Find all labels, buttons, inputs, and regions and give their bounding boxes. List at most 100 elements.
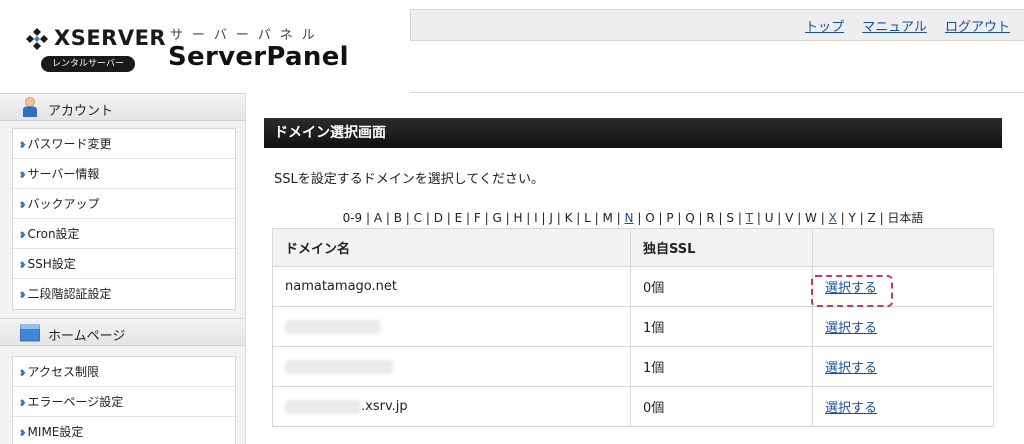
- alpha-separator: |: [501, 211, 514, 225]
- brand-pill: レンタルサーバー: [41, 56, 135, 72]
- alpha-separator: |: [537, 211, 550, 225]
- alpha-index-S: S: [726, 211, 734, 225]
- arrow-icon: ❥: [19, 399, 27, 409]
- ssl-cell: 1個: [630, 306, 813, 347]
- sidebar-item-error-page[interactable]: ❥エラーページ設定: [13, 387, 235, 417]
- select-button[interactable]: 選択する: [825, 361, 877, 376]
- domain-cell: [272, 346, 631, 387]
- alpha-index-R: R: [706, 211, 715, 225]
- sidebar-item-access[interactable]: ❥アクセス制限: [13, 357, 235, 387]
- arrow-icon: ❥: [19, 171, 27, 181]
- sidebar-item-mime[interactable]: ❥MIME設定: [13, 417, 235, 444]
- alpha-index-O: O: [645, 211, 655, 225]
- sidebar-item-server-info[interactable]: ❥サーバー情報: [13, 159, 235, 189]
- redacted-domain: [285, 319, 381, 334]
- sidebar-item-password[interactable]: ❥パスワード変更: [13, 129, 235, 159]
- top-link-top[interactable]: トップ: [805, 20, 844, 35]
- sidebar-heading: アカウント: [48, 104, 114, 119]
- arrow-icon: ❥: [19, 429, 27, 439]
- sidebar-section-homepage: ホームページ: [0, 318, 245, 346]
- arrow-icon: ❥: [19, 369, 27, 379]
- main-content: ドメイン選択画面 SSLを設定するドメインを選択してください。 0-9 | A …: [264, 118, 1002, 427]
- table-row: namatamago.net 0個 選択する: [272, 266, 994, 307]
- alpha-separator: |: [734, 211, 746, 225]
- alpha-separator: |: [442, 211, 455, 225]
- select-button[interactable]: 選択する: [825, 321, 877, 336]
- brand-name: XSERVER: [54, 26, 167, 50]
- alpha-index-T[interactable]: T: [746, 211, 753, 225]
- domain-cell: namatamago.net: [272, 266, 631, 307]
- sidebar-item-label: SSH設定: [27, 257, 76, 271]
- alpha-index-Y: Y: [848, 211, 856, 225]
- alpha-separator: |: [462, 211, 474, 225]
- sidebar-item-label: 二段階認証設定: [27, 287, 112, 301]
- col-domain: ドメイン名: [272, 228, 631, 267]
- alpha-separator: |: [753, 211, 765, 225]
- col-action: [812, 228, 994, 267]
- sidebar-section-account: アカウント: [0, 93, 245, 121]
- alpha-separator: |: [875, 211, 888, 225]
- alpha-index-P: P: [666, 211, 674, 225]
- table-header-row: ドメイン名 独自SSL: [272, 228, 994, 267]
- alpha-separator: |: [401, 211, 414, 225]
- top-link-manual[interactable]: マニュアル: [862, 20, 927, 35]
- alpha-separator: |: [422, 211, 434, 225]
- alpha-separator: |: [382, 211, 394, 225]
- action-cell: 選択する: [812, 386, 994, 427]
- alpha-separator: |: [694, 211, 707, 225]
- alpha-separator: |: [552, 211, 565, 225]
- action-cell: 選択する: [812, 346, 994, 387]
- sidebar-item-label: MIME設定: [27, 425, 84, 439]
- header: XSERVER レンタルサーバー サーバーパネル ServerPanel トップ…: [0, 0, 1024, 93]
- table-row: .xsrv.jp 0個 選択する: [272, 386, 994, 427]
- ssl-cell: 1個: [630, 346, 813, 387]
- xserver-logo-icon: [26, 28, 48, 50]
- alpha-separator: |: [480, 211, 493, 225]
- table-row: 1個 選択する: [272, 346, 994, 387]
- page-title: ドメイン選択画面: [264, 118, 1002, 148]
- sidebar-item-label: アクセス制限: [27, 365, 99, 379]
- alpha-index-Q: Q: [685, 211, 695, 225]
- alpha-index-0-9: 0-9: [342, 211, 363, 225]
- alpha-index-D: D: [433, 211, 443, 225]
- alpha-index-日本語: 日本語: [887, 211, 924, 225]
- sidebar-item-label: エラーページ設定: [27, 395, 124, 409]
- instruction-text: SSLを設定するドメインを選択してください。: [274, 172, 544, 187]
- alpha-index-L: L: [584, 211, 591, 225]
- sidebar-item-label: バックアップ: [27, 197, 100, 211]
- sidebar-item-label: サーバー情報: [27, 167, 100, 181]
- sidebar-item-cron[interactable]: ❥Cron設定: [13, 219, 235, 249]
- alpha-separator: |: [793, 211, 806, 225]
- alpha-index-F: F: [473, 211, 481, 225]
- sidebar-item-backup[interactable]: ❥バックアップ: [13, 189, 235, 219]
- sidebar-item-2fa[interactable]: ❥二段階認証設定: [13, 279, 235, 309]
- sidebar-list-account: ❥パスワード変更 ❥サーバー情報 ❥バックアップ ❥Cron設定 ❥SSH設定 …: [12, 128, 236, 310]
- sidebar-heading: ホームページ: [48, 329, 126, 344]
- sidebar-item-ssh[interactable]: ❥SSH設定: [13, 249, 235, 279]
- sidebar-list-homepage: ❥アクセス制限 ❥エラーページ設定 ❥MIME設定: [12, 356, 236, 444]
- alpha-separator: |: [773, 211, 786, 225]
- arrow-icon: ❥: [19, 201, 27, 211]
- alpha-index-W: W: [805, 211, 817, 225]
- arrow-icon: ❥: [19, 231, 27, 241]
- alpha-separator: |: [855, 211, 868, 225]
- sidebar-item-label: Cron設定: [27, 227, 80, 241]
- alpha-index-X[interactable]: X: [829, 211, 837, 225]
- select-button[interactable]: 選択する: [825, 401, 877, 416]
- select-button[interactable]: 選択する: [825, 281, 877, 296]
- alpha-index-N[interactable]: N: [625, 211, 634, 225]
- domain-cell: .xsrv.jp: [272, 386, 631, 427]
- table-row: 1個 選択する: [272, 306, 994, 347]
- arrow-icon: ❥: [19, 141, 27, 151]
- folder-icon: [20, 324, 40, 342]
- alpha-separator: |: [362, 211, 374, 225]
- alpha-separator: |: [836, 211, 849, 225]
- alpha-separator: |: [654, 211, 667, 225]
- logo-area: XSERVER レンタルサーバー サーバーパネル ServerPanel: [0, 0, 410, 93]
- alpha-index-M: M: [602, 211, 613, 225]
- top-link-logout[interactable]: ログアウト: [945, 20, 1010, 35]
- alpha-separator: |: [572, 211, 585, 225]
- domain-cell: [272, 306, 631, 347]
- arrow-icon: ❥: [19, 291, 27, 301]
- sidebar: アカウント ❥パスワード変更 ❥サーバー情報 ❥バックアップ ❥Cron設定 ❥…: [0, 93, 246, 444]
